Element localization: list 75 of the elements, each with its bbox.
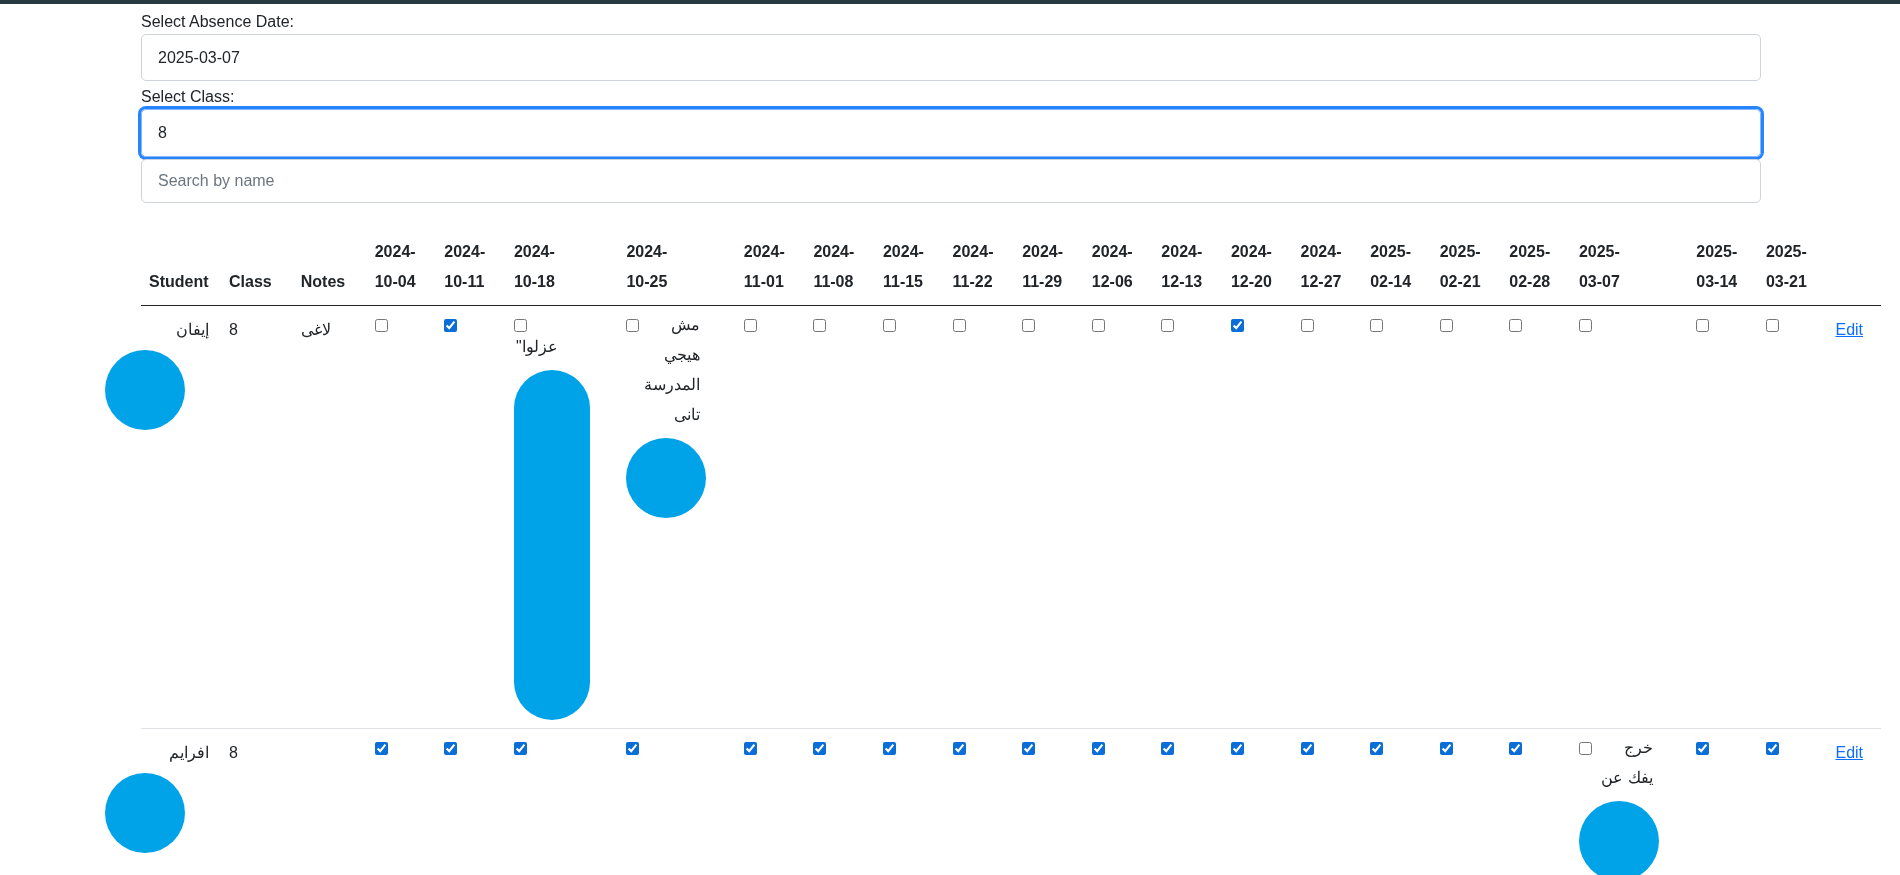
absence-checkbox[interactable] [1509,319,1523,332]
absence-checkbox[interactable] [374,742,388,755]
field-label: Select Absence Date: [141,12,295,32]
column-header: 2025-03-14 [1688,229,1758,306]
absence-checkbox[interactable] [743,319,757,332]
field-label: Select Class: [141,87,236,107]
column-header: 2024-11-15 [874,229,945,306]
absence-checkbox[interactable] [1161,319,1175,332]
absence-checkbox[interactable] [1022,319,1036,332]
absence-checkbox[interactable] [813,319,827,332]
class-field[interactable]: 8 [141,109,1761,157]
absence-checkbox[interactable] [1578,319,1592,332]
absence-checkbox[interactable] [813,742,827,755]
column-header: 2024-12-13 [1153,229,1223,306]
edit-link[interactable]: Edit [1835,744,1864,761]
absence-checkbox[interactable] [513,742,527,755]
absence-checkbox[interactable] [1022,742,1036,755]
column-header: 2024-12-27 [1292,229,1363,306]
column-header: 2024-11-22 [944,229,1015,306]
notes-cell: لاغى [300,321,331,338]
column-header: 2025-03-21 [1757,229,1828,306]
search-field[interactable]: Search by name [141,159,1761,203]
absence-checkbox[interactable] [882,742,896,755]
absence-checkbox[interactable] [1765,742,1779,755]
absence-checkbox[interactable] [1230,742,1244,755]
absence-checkbox[interactable] [952,742,966,755]
column-header: 2024-11-01 [735,229,806,306]
column-header: Notes [292,229,367,306]
absence-checkbox[interactable] [1370,742,1384,755]
column-header: 2024-10-04 [366,229,437,306]
absence-checkbox[interactable] [626,319,640,332]
column-header: 2024-11-08 [805,229,875,306]
absence-checkbox[interactable] [1300,319,1314,332]
column-header: 2024-10-11 [436,229,506,306]
absence-checkbox[interactable] [1300,742,1314,755]
absence-checkbox[interactable] [444,742,458,755]
column-header: 2025-02-28 [1501,229,1571,306]
absence-checkbox[interactable] [1161,742,1175,755]
edit-link[interactable]: Edit [1835,321,1864,338]
date-field[interactable]: 2025-03-07 [141,34,1761,81]
absence-checkbox[interactable] [1091,742,1105,755]
absence-checkbox[interactable] [882,319,896,332]
absence-checkbox[interactable] [626,742,640,755]
column-header: 2025-03-07 [1570,229,1689,306]
absence-checkbox[interactable] [1091,319,1105,332]
column-header: 2024-10-25 [618,229,736,306]
absence-checkbox[interactable] [1230,319,1244,332]
column-header: 2024-11-29 [1014,229,1084,306]
absence-note: عزلوا" [514,337,558,358]
absence-checkbox[interactable] [1439,742,1453,755]
column-header: Class [221,229,293,306]
absence-checkbox[interactable] [1370,319,1384,332]
class-cell: 8 [221,728,293,875]
student-name: إيفان [175,320,209,341]
absence-checkbox[interactable] [374,319,388,332]
column-header: 2024-12-06 [1083,229,1154,306]
column-header: 2025-02-21 [1431,229,1502,306]
class-cell: 8 [221,305,293,729]
absence-checkbox[interactable] [513,319,527,332]
absence-checkbox[interactable] [444,319,458,332]
absence-checkbox[interactable] [743,742,757,755]
absence-note: مش هيجي المدرسة تانى [644,315,701,425]
student-name: افرايم [168,743,209,764]
absence-checkbox[interactable] [1578,742,1592,755]
absence-checkbox[interactable] [1439,319,1453,332]
absence-checkbox[interactable] [952,319,966,332]
column-header: 2024-12-20 [1222,229,1293,306]
absence-checkbox[interactable] [1696,742,1710,755]
absence-checkbox[interactable] [1696,319,1710,332]
column-header: Student [141,229,221,306]
absence-checkbox[interactable] [1765,319,1779,332]
absence-checkbox[interactable] [1509,742,1523,755]
absence-note: خرج يفك عن [1600,738,1653,789]
column-header: 2024-10-18 [505,229,619,306]
column-header: 2025-02-14 [1362,229,1432,306]
